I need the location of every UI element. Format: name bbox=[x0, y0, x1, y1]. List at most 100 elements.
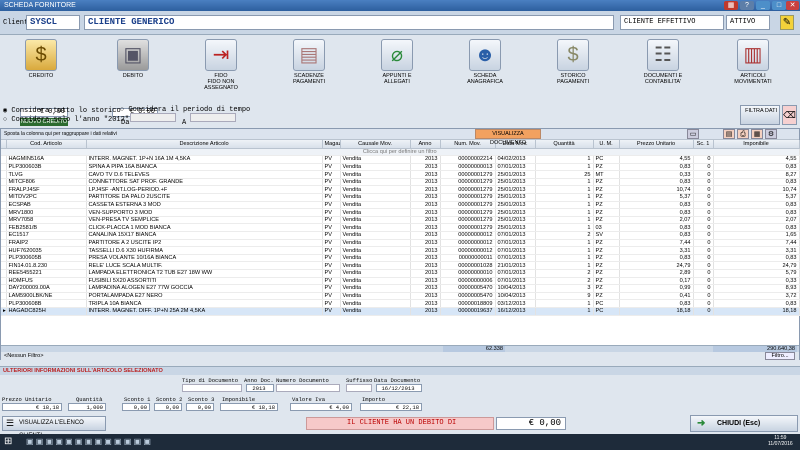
filtra-button[interactable]: FILTRA DATI bbox=[740, 105, 780, 125]
table-cell: PC bbox=[593, 299, 620, 308]
table-cell: 0 bbox=[693, 254, 714, 263]
appunti-button[interactable]: ⌀ APPUNTI E ALLEGATI bbox=[374, 37, 420, 97]
help-icon[interactable]: ? bbox=[740, 1, 754, 10]
table-cell: Vendita bbox=[340, 254, 411, 263]
table-row[interactable]: ▸ HAGADC825H INTERR. MAGNET. DIFF. 1P+N 25… bbox=[1, 307, 800, 316]
radio-tutto[interactable]: ◉ Considera tutto lo storico bbox=[3, 106, 121, 115]
table-cell: 2 bbox=[535, 269, 594, 278]
table-row[interactable]: DAY200009.00A LAMPADINA ALOGEN E27 77W GO… bbox=[1, 284, 800, 293]
column-header[interactable]: Causale Mov. bbox=[340, 140, 411, 149]
column-header[interactable]: Anno bbox=[410, 140, 441, 149]
maximize-button[interactable]: □ bbox=[772, 1, 786, 10]
table-row[interactable]: HUF7620035 TASSELLI D.6 X30 HUFIRMA PV Vend… bbox=[1, 246, 800, 255]
settings-icon[interactable]: ⚙ bbox=[765, 129, 777, 139]
articoli-button[interactable]: ▥ ARTICOLI MOVIMENTATI bbox=[730, 37, 776, 97]
table-cell: FRAIP2 bbox=[6, 239, 87, 248]
edit-icon[interactable]: ✎ bbox=[780, 15, 794, 30]
close-window-button[interactable]: ✕ bbox=[786, 1, 799, 10]
filter-hint[interactable]: Clicca qui per definire un filtro bbox=[1, 148, 800, 157]
table-cell: 2 bbox=[535, 231, 594, 240]
table-row[interactable]: HOMFUS FUSIBILI 5X20 ASSORTITI PV Vendita 20… bbox=[1, 277, 800, 286]
minimize-button[interactable]: _ bbox=[756, 1, 770, 10]
table-row[interactable]: FRALPJ4SF LPJ4SF -ANT.LOG-PERIOD.+F PV Vend… bbox=[1, 185, 800, 195]
table-row[interactable]: EC1517 CANALINA 15X17 BIANCA PV Vendita 2013… bbox=[1, 231, 800, 240]
table-cell: PV bbox=[322, 292, 341, 301]
eraser-icon[interactable]: ⌫ bbox=[782, 105, 797, 125]
table-row[interactable]: ECSPAB CASSETA ESTERNA 3 MOD PV Vendita 2013… bbox=[1, 201, 800, 210]
table-row[interactable]: REE5455221 LAMPADA ELETTRONICA T2 TUB E27… bbox=[1, 269, 800, 278]
table-cell: 25/01/2013 bbox=[495, 170, 536, 179]
table-cell: PARTITORE A 2 USCITE IP2 bbox=[86, 239, 323, 248]
table-row[interactable]: FEB2581/B CLICK-PLACCA 1 MOD BIANCA PV Vend… bbox=[1, 223, 800, 233]
radio-anno[interactable]: ○ Considera solo l'anno "2012" bbox=[3, 116, 129, 124]
column-header[interactable]: Imponibile bbox=[713, 140, 800, 149]
window-title-bar: SCHEDA FORNITORE ▦ ? _ □ ✕ bbox=[0, 0, 800, 11]
table-row[interactable]: MRV7058 VEN-PRESA TV SEMPLICE PV Vendita 201… bbox=[1, 216, 800, 225]
filtro-button[interactable]: Filtro... bbox=[765, 352, 795, 360]
debito-button[interactable]: ▣ DEBITO bbox=[110, 37, 156, 97]
table-row[interactable]: PLP300603B SPINA A PIPA 16A BIANCA PV Vendi… bbox=[1, 163, 800, 172]
filter-row[interactable]: Clicca qui per definire un filtro bbox=[1, 148, 800, 157]
print-icon[interactable]: ⎙ bbox=[737, 129, 749, 139]
table-cell: MITCF806 bbox=[6, 178, 87, 187]
table-cell: 25/01/2013 bbox=[495, 208, 536, 217]
table-cell: PZ bbox=[593, 261, 620, 270]
table-cell: PV bbox=[322, 261, 341, 270]
column-header[interactable]: Magaz. bbox=[322, 140, 341, 149]
status-label: CLIENTE EFFETTIVO bbox=[620, 15, 724, 30]
table-cell: PV bbox=[322, 307, 341, 316]
visualizza-documento-button[interactable]: VISUALIZZA DOCUMENTO bbox=[475, 129, 541, 146]
column-header[interactable]: Prezzo Unitario bbox=[619, 140, 694, 149]
anagrafica-button[interactable]: ☻ SCHEDA ANAGRAFICA bbox=[462, 37, 508, 97]
date-from-input[interactable] bbox=[130, 113, 176, 122]
scadenze-button[interactable]: ▤ SCADENZE PAGAMENTI bbox=[286, 37, 332, 97]
documenti-button[interactable]: ☷ DOCUMENTI E CONTABILITA' bbox=[640, 37, 686, 97]
table-row[interactable]: FRAIP2 PARTITORE A 2 USCITE IP2 PV Vendita 2… bbox=[1, 239, 800, 248]
fido-button[interactable]: ⇥ FIDO FIDO NON ASSEGNATO bbox=[198, 37, 244, 97]
chiudi-button[interactable]: ➜ CHIUDI (Esc) bbox=[690, 415, 798, 432]
column-header[interactable]: Cod. Articolo bbox=[6, 140, 87, 149]
table-cell: VEN-SUPPORTO 3 MOD bbox=[86, 208, 323, 217]
table-row[interactable]: MRV1800 VEN-SUPPORTO 3 MOD PV Vendita 2013 00… bbox=[1, 208, 800, 217]
money-bag-icon: $ bbox=[25, 39, 57, 71]
table-row[interactable]: TLVG CAVO TV D.6 TELEVES PV Vendita 2013 0000… bbox=[1, 170, 800, 179]
column-header[interactable]: U. M. bbox=[593, 140, 620, 149]
table-cell: 0,99 bbox=[619, 284, 694, 293]
table-cell: 07/01/2013 bbox=[495, 246, 536, 255]
windows-start-icon[interactable]: ⊞ bbox=[4, 436, 12, 447]
table-cell: SPINA A PIPA 16A BIANCA bbox=[86, 163, 323, 172]
sc3-value: 0,00 bbox=[186, 403, 214, 411]
table-row[interactable]: MITCF806 CONNETTORE SAT PROF. GRANDE PV Ven… bbox=[1, 178, 800, 187]
storico-label: STORICO PAGAMENTI bbox=[557, 73, 589, 85]
column-header[interactable]: Quantità bbox=[535, 140, 594, 149]
sc1-value: 0,00 bbox=[122, 403, 150, 411]
table-cell: Vendita bbox=[340, 170, 411, 179]
table-row[interactable]: LAM5900LBK/NE PORTALAMPADA E27 NERO PV Vend… bbox=[1, 292, 800, 301]
monitor-icon[interactable]: ▭ bbox=[687, 129, 699, 139]
table-cell: 1 bbox=[535, 193, 594, 202]
date-to-input[interactable] bbox=[190, 113, 236, 122]
column-header[interactable]: Sc. 1 bbox=[693, 140, 714, 149]
group-panel: Sposta la colonna qui per raggruppare i … bbox=[1, 129, 799, 146]
table-cell: CLICK-PLACCA 1 MOD BIANCA bbox=[86, 223, 323, 233]
anno-doc-label: Anno Doc. bbox=[244, 377, 274, 384]
column-header[interactable]: Descrizione Articolo bbox=[86, 140, 323, 149]
table-cell: PZ bbox=[593, 163, 620, 172]
visualizza-clienti-button[interactable]: ☰ VISUALIZZA L'ELENCO CLIENTI bbox=[2, 416, 106, 439]
table-row[interactable]: PLP300605B PRESA VOLANTE 10/16A BIANCA PV V… bbox=[1, 254, 800, 263]
export-icon[interactable]: ▤ bbox=[723, 129, 735, 139]
table-cell: 0,83 bbox=[713, 299, 800, 308]
table-row[interactable]: FIN14.01.8.230 RELE' LUCE SCALA MULTIF. PV… bbox=[1, 261, 800, 270]
a-label: A bbox=[182, 119, 187, 127]
taskbar-app-icons[interactable]: ▣ ▣ ▣ ▣ ▣ ▣ ▣ ▣ ▣ ▣ ▣ ▣ ▣ bbox=[26, 437, 151, 446]
table-cell: FUSIBILI 5X20 ASSORTITI bbox=[86, 277, 323, 286]
column-header[interactable]: Num. Mov. bbox=[440, 140, 496, 149]
app-icon-red[interactable]: ▦ bbox=[724, 1, 738, 10]
table-row[interactable]: HAGMIN516A INTERR. MAGNET. 1P+N 16A 1M 4,… bbox=[1, 155, 800, 164]
excel-icon[interactable]: ▦ bbox=[751, 129, 763, 139]
table-row[interactable]: MITDV2PC PARTITORE DA PALO 2USCITE PV Vendi… bbox=[1, 193, 800, 202]
storico-button[interactable]: $ STORICO PAGAMENTI bbox=[550, 37, 596, 97]
credito-button[interactable]: $ CREDITO bbox=[18, 37, 64, 97]
tipo-doc-field bbox=[182, 384, 242, 392]
table-row[interactable]: PLP300608B TRIPLA 10A BIANCA PV Vendita 2013… bbox=[1, 299, 800, 308]
